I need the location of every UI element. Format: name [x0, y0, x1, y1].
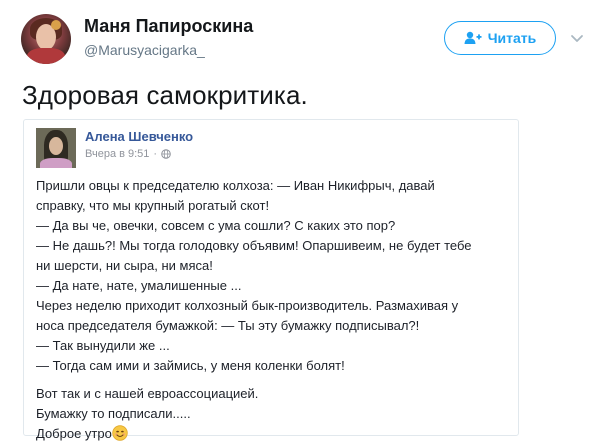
post-line: Вот так и с нашей евроассоциацией.	[36, 386, 259, 401]
author-name[interactable]: Маня Папироскина	[84, 16, 253, 37]
author-handle[interactable]: @Marusyacigarka_	[84, 42, 205, 58]
post-line: — Да нате, нате, умалишенные ...	[36, 278, 242, 293]
post-line: — Так вынудили же ...	[36, 338, 170, 353]
follow-button-label: Читать	[487, 30, 537, 46]
post-line: носа председателя бумажкой: — Ты эту бум…	[36, 318, 420, 333]
avatar-body	[27, 48, 65, 64]
fb-post-body: Пришли овцы к председателю колхоза: — Ив…	[36, 176, 512, 444]
fb-timestamp[interactable]: Вчера в 9:51	[85, 148, 149, 160]
post-line: Пришли овцы к председателю колхоза: — Ив…	[36, 178, 435, 193]
chevron-down-icon[interactable]	[569, 30, 585, 46]
fb-avatar-face	[49, 137, 63, 155]
post-line: справку, что мы крупный рогатый скот!	[36, 198, 270, 213]
fb-author-name[interactable]: Алена Шевченко	[85, 129, 193, 144]
add-user-icon	[464, 31, 482, 44]
post-line: Бумажку то подписали.....	[36, 406, 191, 421]
post-line: — Не дашь?! Мы тогда голодовку объявим! …	[36, 238, 472, 253]
fb-separator: ·	[153, 148, 158, 160]
follow-button[interactable]: Читать	[444, 21, 556, 55]
fb-avatar-shirt	[40, 158, 72, 168]
avatar-flower	[51, 20, 61, 30]
smiling-face-emoji-icon	[112, 425, 128, 441]
post-line: — Тогда сам ими и займись, у меня коленк…	[36, 358, 345, 373]
tweet-text: Здоровая самокритика.	[22, 80, 308, 110]
author-avatar[interactable]	[21, 14, 71, 64]
post-last-line: Доброе утро	[36, 424, 512, 444]
post-line: ни шерсти, ни сыра, ни мяса!	[36, 258, 213, 273]
post-line: — Да вы че, овечки, совсем с ума сошли? …	[36, 218, 396, 233]
globe-icon	[161, 149, 171, 159]
embedded-post-card: Алена Шевченко Вчера в 9:51 · Пришли овц…	[23, 119, 519, 441]
fb-author-avatar[interactable]	[36, 128, 76, 168]
post-line: Через неделю приходит колхозный бык-прои…	[36, 298, 459, 313]
fb-post-meta: Вчера в 9:51 ·	[85, 148, 171, 160]
post-line-text: Доброе утро	[36, 426, 112, 441]
